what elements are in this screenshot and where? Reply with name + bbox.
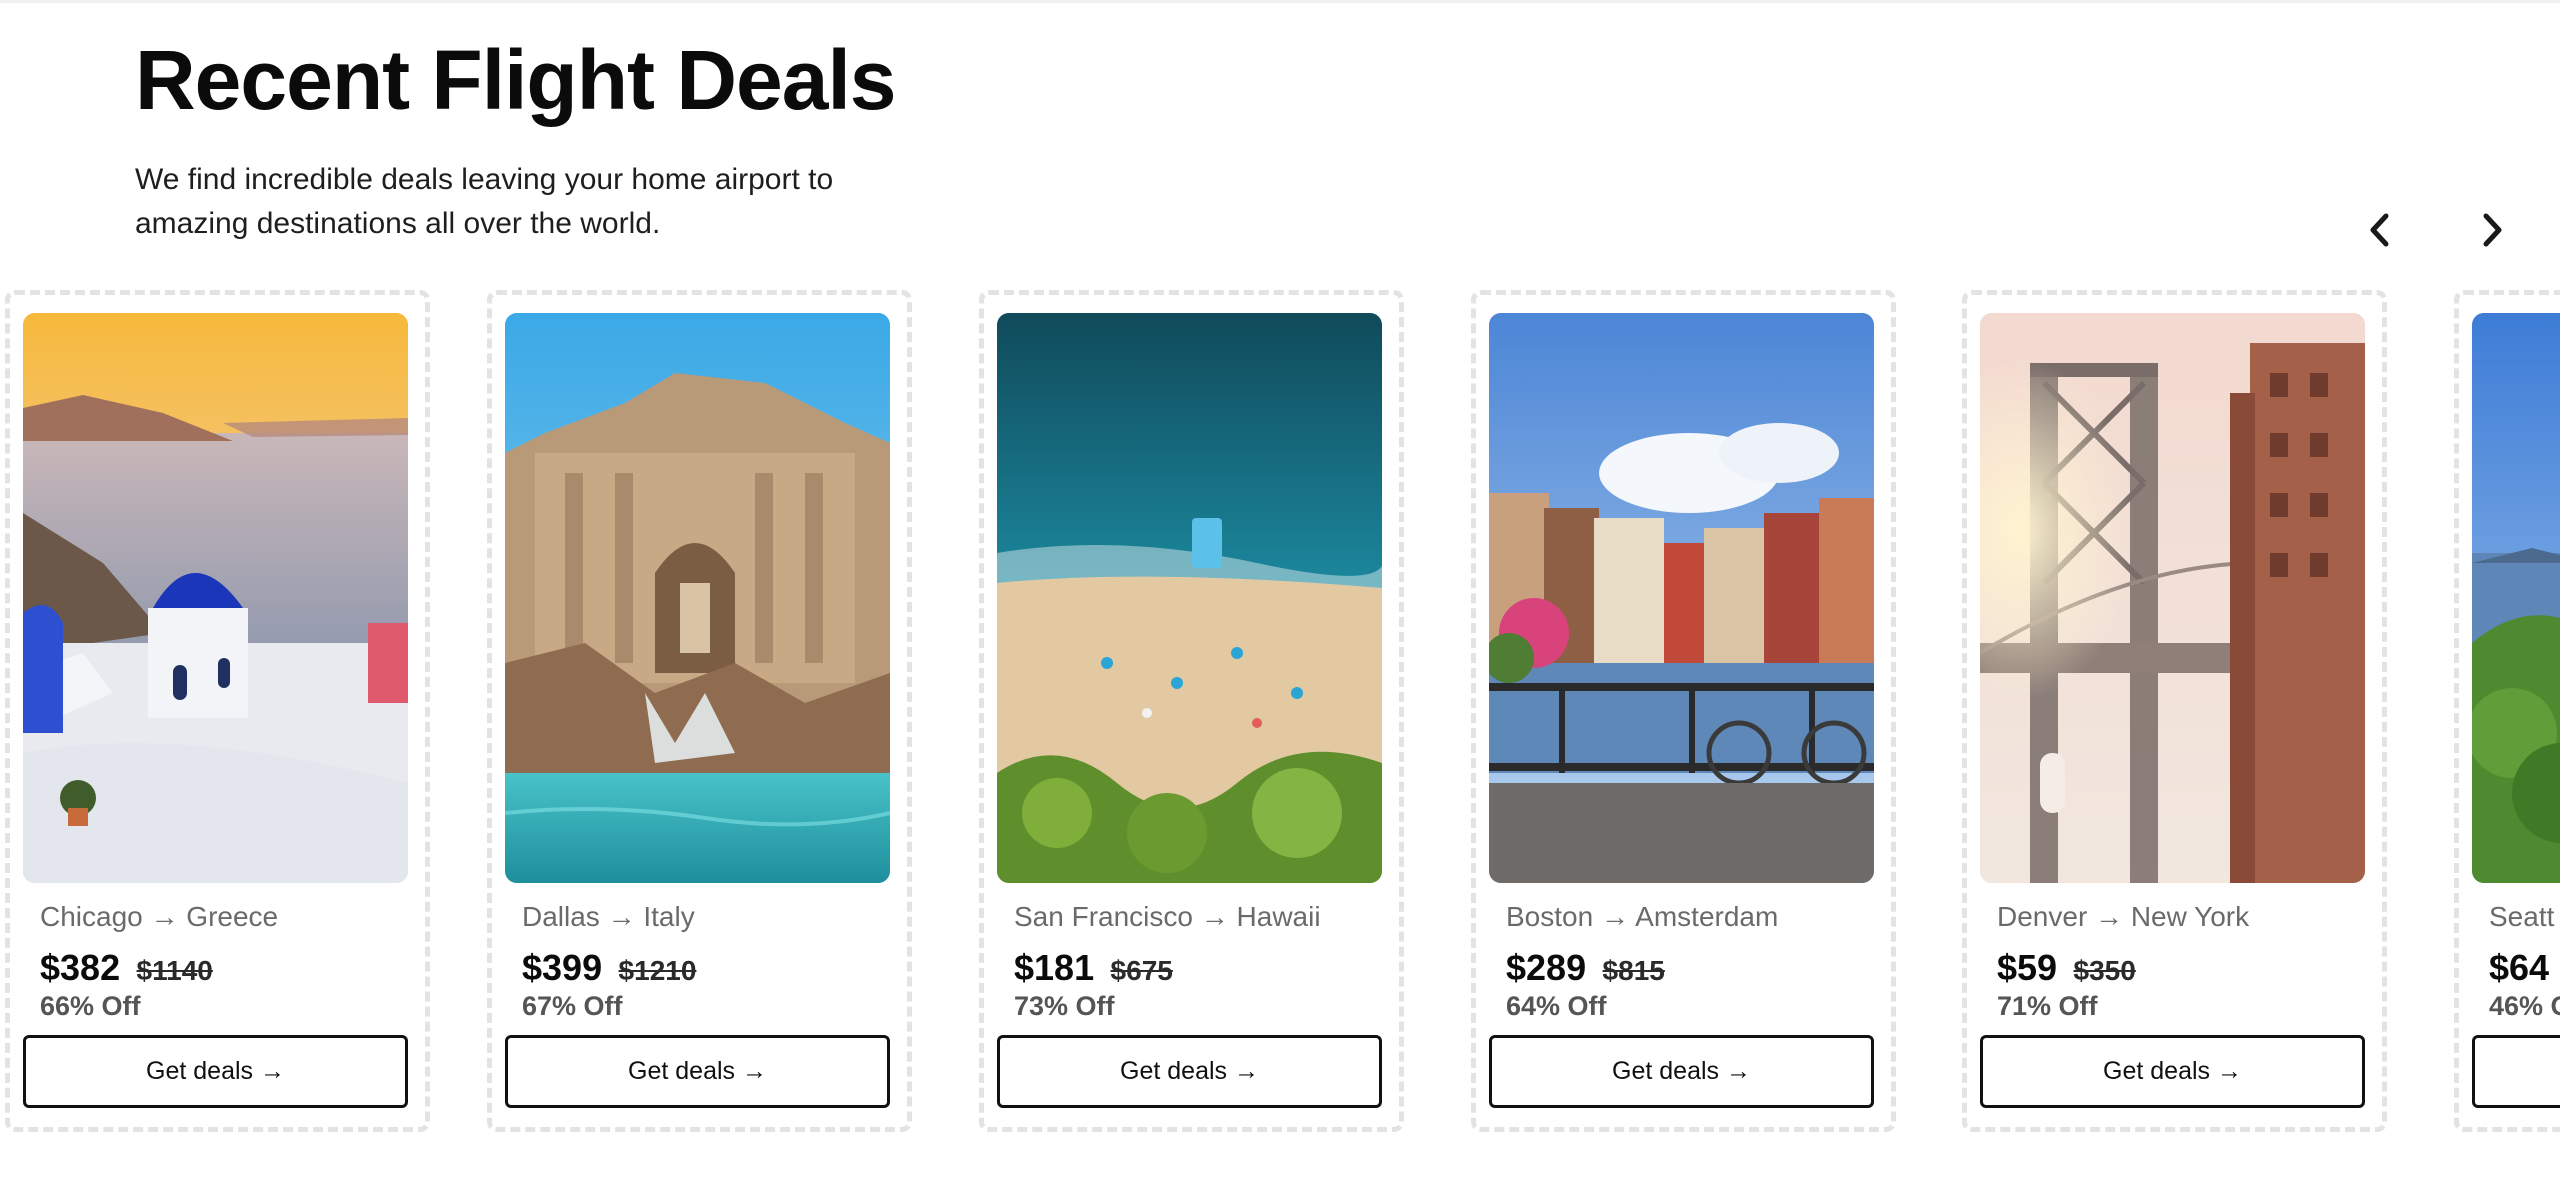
lake-photo [2472,313,2560,883]
get-deals-button[interactable]: Get deals → [1489,1035,1874,1108]
deal-card: Denver → New York $59 $350 71% Off Get d… [1962,290,2387,1132]
chevron-right-icon [2483,213,2502,247]
original-price: $815 [1602,955,1665,986]
route-label: Boston → Amsterdam [1506,901,1779,932]
route-label: Chicago → Greece [40,901,279,932]
manhattan-bridge-photo [1980,313,2365,883]
deal-price: $382 [40,947,121,988]
route-label: San Francisco → Hawaii [1014,901,1321,932]
deal-card: Dallas → Italy $399 $1210 67% Off Get de… [487,290,912,1132]
flight-deals-section: Recent Flight Deals We find incredible d… [0,0,2560,1202]
original-price: $350 [2073,955,2136,986]
chevron-left-icon [2370,213,2389,247]
get-deals-button[interactable]: Get deals → [997,1035,1382,1108]
discount-label: 73% Off [1014,991,1115,1021]
discount-label: 64% Off [1506,991,1607,1021]
route-label: Denver → New York [1997,901,2250,932]
beach-aerial-photo [997,313,1382,883]
deal-card: Seatt $64 46% Off [2454,290,2560,1132]
price-row: $181 $675 [1014,947,1173,989]
deal-price: $181 [1014,947,1095,988]
deal-price: $59 [1997,947,2058,988]
section-subtitle: We find incredible deals leaving your ho… [135,163,834,240]
trevi-fountain-photo [505,313,890,883]
deal-card: Chicago → Greece $382 $1140 66% Off Get … [5,290,430,1132]
discount-label: 66% Off [40,991,141,1021]
price-row: $64 [2489,947,2549,989]
price-row: $59 $350 [1997,947,2136,989]
discount-label: 67% Off [522,991,623,1021]
discount-label: 71% Off [1997,991,2098,1021]
deal-price: $64 [2489,947,2550,988]
price-row: $382 $1140 [40,947,213,989]
original-price: $675 [1110,955,1173,986]
deals-carousel[interactable]: Chicago → Greece $382 $1140 66% Off Get … [0,290,2560,1135]
deal-card: San Francisco → Hawaii $181 $675 73% Off… [979,290,1404,1132]
price-row: $399 $1210 [522,947,696,989]
page-title: Recent Flight Deals [135,33,897,127]
get-deals-button[interactable]: Get deals → [1980,1035,2365,1108]
carousel-prev-button[interactable] [2356,205,2406,255]
original-price: $1140 [136,955,213,986]
deal-card: Boston → Amsterdam $289 $815 64% Off Get… [1471,290,1896,1132]
get-deals-button[interactable] [2472,1035,2560,1108]
deal-price: $399 [522,947,603,988]
price-row: $289 $815 [1506,947,1665,989]
route-label: Seatt [2489,901,2555,932]
carousel-next-button[interactable] [2466,205,2516,255]
top-divider [0,0,2560,3]
original-price: $1210 [618,955,697,986]
get-deals-button[interactable]: Get deals → [23,1035,408,1108]
santorini-photo [23,313,408,883]
deal-price: $289 [1506,947,1587,988]
get-deals-button[interactable]: Get deals → [505,1035,890,1108]
discount-label: 46% Off [2489,991,2560,1021]
amsterdam-canal-photo [1489,313,1874,883]
route-label: Dallas → Italy [522,901,695,932]
